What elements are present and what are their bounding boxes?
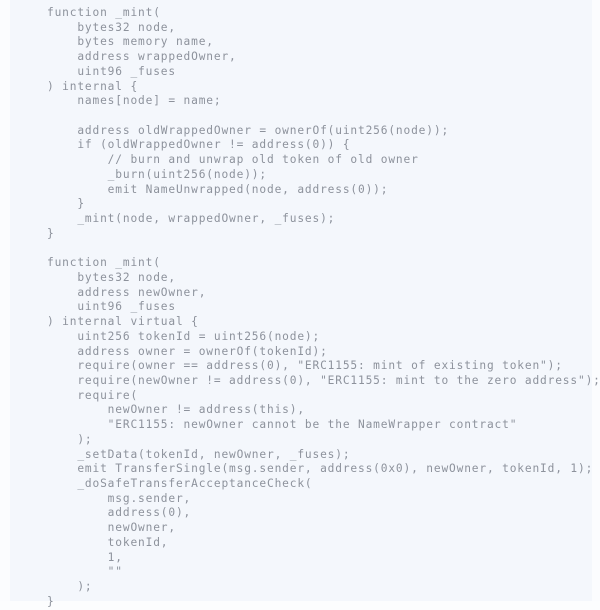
code-viewer: function _mint( bytes32 node, bytes memo…: [0, 0, 600, 610]
source-code-text: function _mint( bytes32 node, bytes memo…: [47, 6, 600, 608]
left-edge-gutter: [0, 0, 10, 602]
